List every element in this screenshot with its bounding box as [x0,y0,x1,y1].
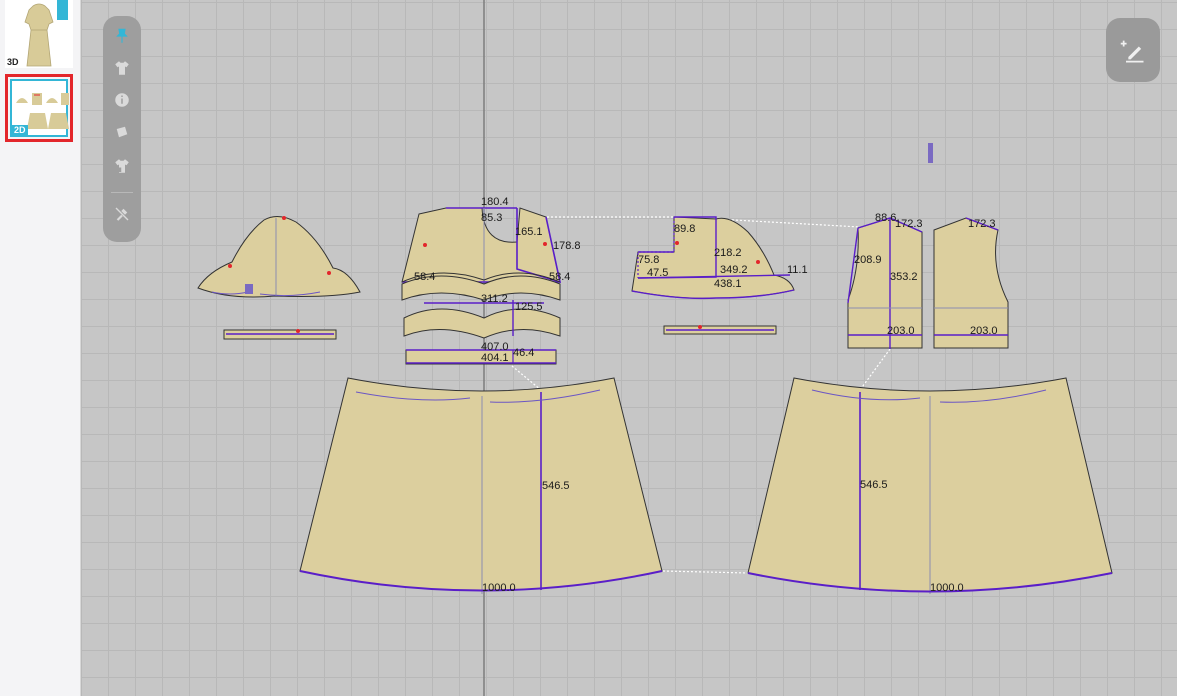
fabric-icon [116,126,128,138]
lock-garment-icon [115,159,129,173]
garment-icon [115,61,129,75]
sleeve-cuff-left[interactable] [223,329,337,340]
info-tool-button[interactable] [110,88,134,112]
measure-label: 172.3 [968,218,996,230]
canvas-toolbar [103,16,141,242]
lock-garment-tool-button[interactable] [110,154,134,178]
measure-label: 172.3 [895,218,923,230]
hide-icon [115,207,129,221]
measure-label: 203.0 [970,325,998,337]
measure-label: 180.4 [481,196,509,208]
sleeve-cuff-right[interactable] [663,325,777,335]
edit-add-icon [1120,40,1144,63]
add-annotation-button[interactable] [1106,18,1160,82]
toolbar-divider [111,192,133,193]
pin-tool-button[interactable] [110,24,134,48]
zipper-icon[interactable] [928,143,933,163]
fabric-tool-button[interactable] [110,120,134,144]
pin-icon [116,28,128,43]
measure-label: 353.2 [890,271,918,283]
measure-label: 1000.0 [930,582,964,594]
measure-label: 203.0 [887,325,915,337]
measure-label: 404.1 [481,352,509,364]
measure-label: 349.2 [720,264,748,276]
measure-label: 438.1 [714,278,742,290]
measure-label: 47.5 [647,267,668,279]
measure-label: 178.8 [553,240,581,252]
hide-tool-button[interactable] [110,202,134,226]
sleeve-piece-left[interactable] [197,216,361,298]
garment-tool-button[interactable] [110,56,134,80]
skirt-back-piece[interactable] [747,377,1113,594]
measure-label: 165.1 [515,226,543,238]
measure-label: 75.8 [638,254,659,266]
measure-label: 58.4 [549,271,570,283]
measure-label: 58.4 [414,271,435,283]
info-icon [115,93,129,107]
measure-label: 208.9 [854,254,882,266]
measure-label: 1000.0 [482,582,516,594]
measure-label: 125.5 [515,301,543,313]
measure-label: 89.8 [674,223,695,235]
pattern-pieces: 180.4 85.3 165.1 178.8 58.4 58.4 311.2 1… [197,0,1113,696]
measure-label: 546.5 [542,480,570,492]
skirt-front-piece[interactable] [299,377,663,594]
measure-label: 88.6 [875,212,896,224]
measure-label: 311.2 [481,293,508,305]
measure-label: 218.2 [714,247,742,259]
measure-label: 46.4 [513,347,534,359]
measure-label: 11.1 [787,264,808,276]
measure-label: 546.5 [860,479,888,491]
measure-label: 85.3 [481,212,502,224]
